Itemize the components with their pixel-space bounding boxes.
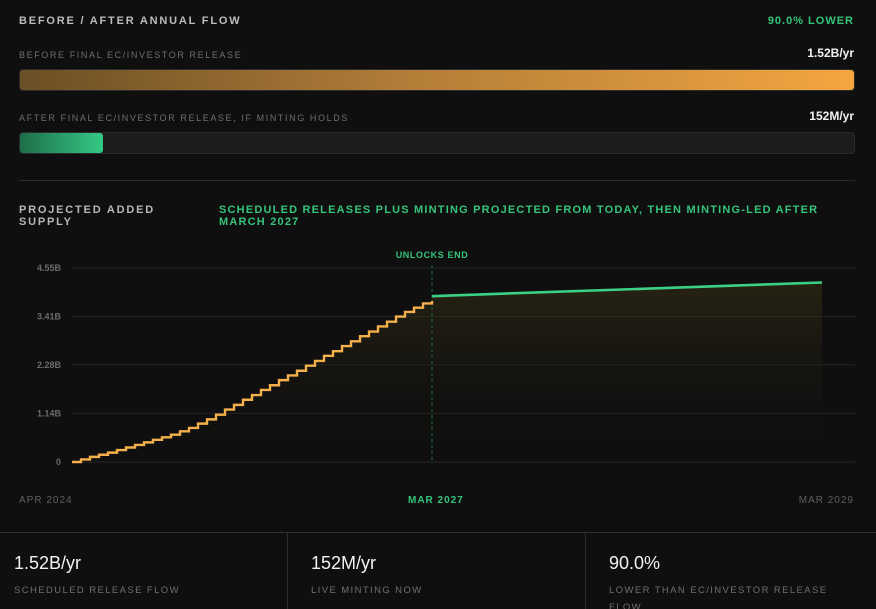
flow-header-title: BEFORE / AFTER ANNUAL FLOW: [19, 15, 242, 27]
x-label-start: APR 2024: [19, 495, 73, 506]
after-bar-value: 152M/yr: [809, 109, 854, 123]
stat-card-lower: 90.0% LOWER THAN EC/INVESTOR RELEASE FLO…: [586, 533, 876, 609]
stat-card-minting: 152M/yr LIVE MINTING NOW: [288, 533, 586, 609]
unlocks-end-label: UNLOCKS END: [396, 250, 469, 260]
y-axis-ticks: 4.55B 3.41B 2.28B 1.14B 0: [37, 263, 62, 467]
x-label-end: MAR 2029: [798, 495, 854, 506]
x-label-mid: MAR 2027: [408, 495, 464, 506]
before-bar-label: BEFORE FINAL EC/INVESTOR RELEASE: [19, 50, 243, 60]
y-tick-label: 3.41B: [37, 312, 62, 322]
before-flow-track: [19, 69, 855, 91]
y-tick-label: 2.28B: [37, 360, 62, 370]
y-tick-label: 1.14B: [37, 408, 62, 418]
before-flow-fill: [20, 70, 854, 90]
projection-title: PROJECTED ADDED SUPPLY: [19, 204, 155, 228]
stat-value: 90.0%: [609, 553, 661, 573]
stat-label: LOWER THAN EC/INVESTOR RELEASE FLOW: [609, 585, 828, 609]
after-flow-track: [19, 132, 855, 154]
section-divider: [19, 180, 855, 181]
supply-area: [72, 282, 822, 462]
after-bar-label: AFTER FINAL EC/INVESTOR RELEASE, IF MINT…: [19, 113, 349, 123]
y-tick-label: 0: [56, 457, 61, 467]
stat-value: 1.52B/yr: [14, 553, 82, 573]
before-bar-value: 1.52B/yr: [807, 46, 854, 60]
stat-label: LIVE MINTING NOW: [311, 585, 423, 596]
reduction-badge: 90.0% LOWER: [767, 15, 854, 27]
stat-value: 152M/yr: [311, 553, 377, 573]
y-tick-label: 4.55B: [37, 263, 62, 273]
projection-subtitle: SCHEDULED RELEASES PLUS MINTING PROJECTE…: [219, 204, 819, 228]
after-flow-fill: [20, 133, 104, 153]
stat-card-scheduled: 1.52B/yr SCHEDULED RELEASE FLOW: [0, 533, 288, 609]
projected-supply-chart: 4.55B 3.41B 2.28B 1.14B 0 UNLOCKS END: [37, 250, 855, 467]
stat-label: SCHEDULED RELEASE FLOW: [14, 585, 180, 596]
